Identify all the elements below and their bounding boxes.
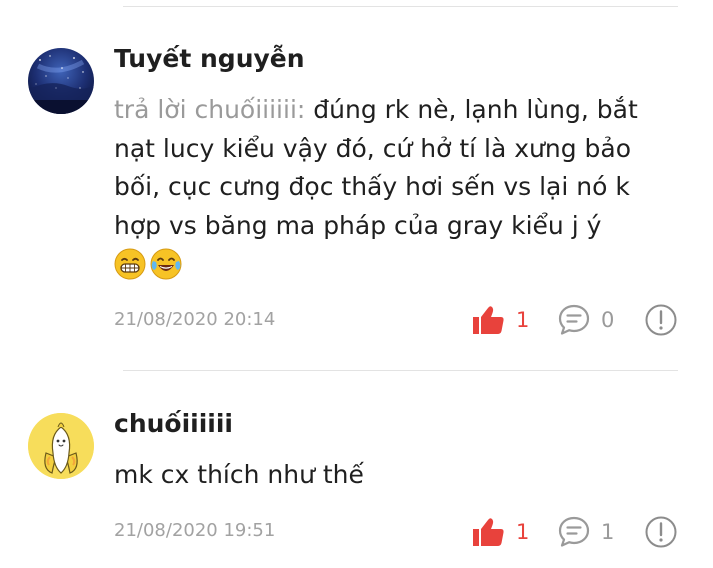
tears-of-joy-emoji	[150, 248, 182, 280]
emoji-row	[114, 248, 674, 282]
reply-button[interactable]: 1	[557, 514, 614, 550]
like-count: 1	[516, 520, 530, 544]
like-count: 1	[516, 308, 530, 332]
comment-actions: 1 1	[0, 514, 713, 550]
reply-count: 0	[601, 308, 615, 332]
comment-text: mk cx thích như thế	[114, 460, 364, 489]
exclamation-circle-icon[interactable]	[644, 515, 678, 549]
thumbs-up-icon	[473, 518, 504, 546]
avatar-starry-sky-image	[28, 48, 94, 114]
avatar-banana-image	[28, 413, 94, 479]
avatar[interactable]	[28, 48, 94, 114]
comment-username[interactable]: Tuyết nguyễn	[114, 44, 305, 73]
comment-divider	[123, 370, 678, 371]
grinning-teeth-emoji	[114, 248, 146, 280]
comment-username[interactable]: chuốiiiiii	[114, 409, 233, 438]
chat-bubble-icon	[558, 304, 590, 335]
comment-body: mk cx thích như thế	[114, 456, 674, 495]
comment-actions: 1 0	[0, 302, 713, 338]
chat-bubble-icon	[558, 516, 590, 547]
like-button[interactable]: 1	[470, 302, 529, 338]
exclamation-circle-icon[interactable]	[644, 303, 678, 337]
reply-to-prefix[interactable]: trả lời chuốiiiiii:	[114, 95, 305, 124]
reply-count: 1	[601, 520, 615, 544]
thumbs-up-icon	[473, 306, 504, 334]
comment-body: trả lời chuốiiiiii: đúng rk nè, lạnh lùn…	[114, 91, 674, 282]
like-button[interactable]: 1	[470, 514, 529, 550]
reply-button[interactable]: 0	[557, 302, 614, 338]
avatar[interactable]	[28, 413, 94, 479]
comment-divider	[123, 6, 678, 7]
